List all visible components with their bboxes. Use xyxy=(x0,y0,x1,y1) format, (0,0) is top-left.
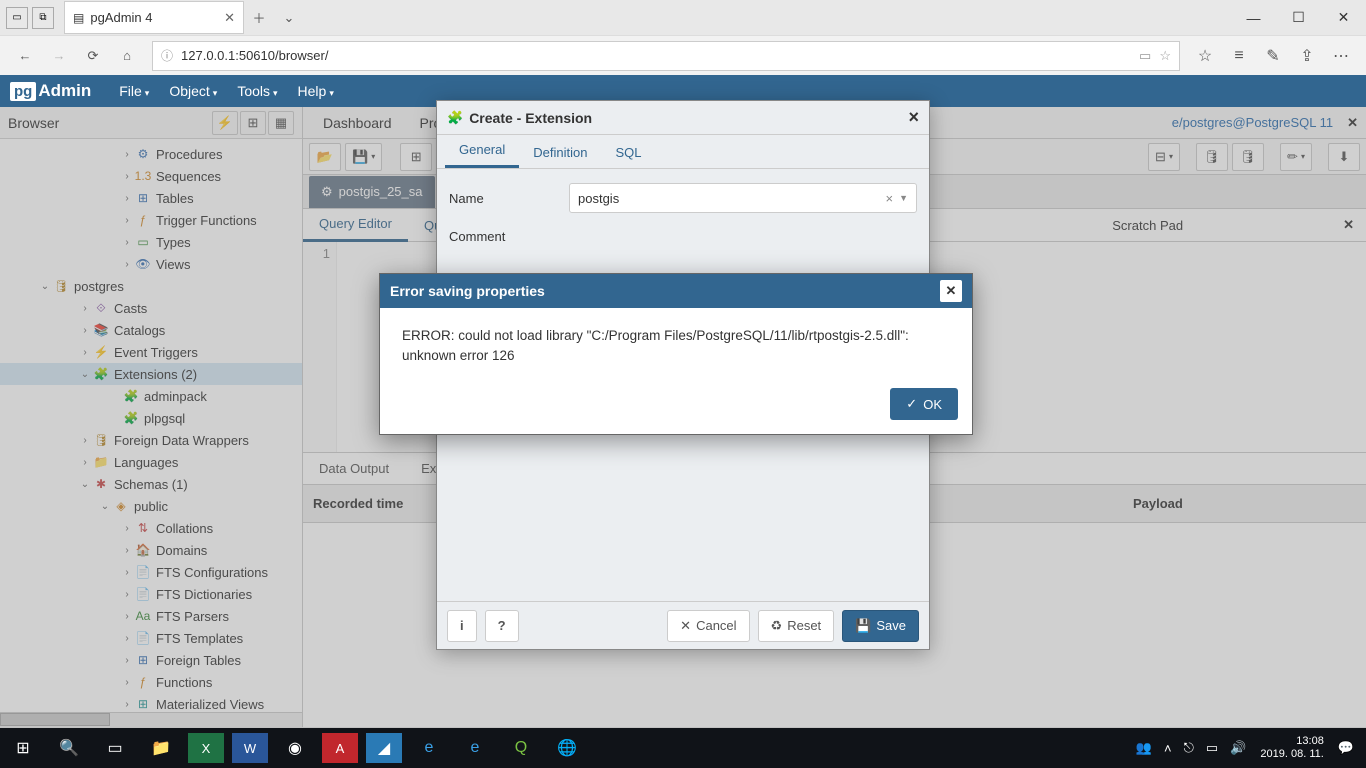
pgadmin-menus: File▾ Object▾ Tools▾ Help▾ xyxy=(109,83,344,99)
dialog-close-icon[interactable]: × xyxy=(908,107,919,128)
favorite-icon[interactable]: ☆ xyxy=(1159,48,1171,64)
tray-notifications-icon[interactable]: 💬 xyxy=(1332,740,1360,756)
taskbar-acrobat-icon[interactable]: A xyxy=(322,733,358,763)
pgadmin-logo: pgAdmin xyxy=(10,81,91,101)
reset-icon: ♻ xyxy=(771,618,783,634)
field-comment-row: Comment xyxy=(449,229,917,244)
menu-help[interactable]: Help▾ xyxy=(288,83,344,99)
window-close-button[interactable]: ✕ xyxy=(1321,3,1366,33)
tray-overflow-icon[interactable]: ˄ xyxy=(1158,741,1178,756)
comment-label: Comment xyxy=(449,229,569,244)
menu-file[interactable]: File▾ xyxy=(109,83,159,99)
taskbar-edge-icon[interactable]: e xyxy=(452,728,498,768)
settings-icon[interactable]: ⋯ xyxy=(1324,39,1358,73)
save-icon: 💾 xyxy=(855,618,871,634)
tray-bluetooth-icon[interactable]: ⎋ xyxy=(1178,740,1200,756)
error-header[interactable]: Error saving properties ✕ xyxy=(380,274,972,308)
nav-forward-button[interactable]: → xyxy=(42,39,76,73)
dialog-footer: i ? ✕Cancel ♻Reset 💾Save xyxy=(437,601,929,649)
notes-icon[interactable]: ✎ xyxy=(1256,39,1290,73)
field-name-row: Name postgis × ▼ xyxy=(449,183,917,213)
taskbar-qgis-icon[interactable]: Q xyxy=(498,728,544,768)
address-bar[interactable]: ⓘ ▭ ☆ xyxy=(152,41,1180,71)
taskbar-chrome-icon[interactable]: ◉ xyxy=(272,728,318,768)
browser-tab-strip: ▭ ⧉ ▤ pgAdmin 4 ✕ ＋ ⌄ — ☐ ✕ xyxy=(0,0,1366,35)
task-view-icon[interactable]: ▭ xyxy=(92,728,138,768)
dialog-tab-row: General Definition SQL xyxy=(437,135,929,169)
edge-recent-icon[interactable]: ▭ xyxy=(6,7,28,29)
name-label: Name xyxy=(449,191,569,206)
new-tab-button[interactable]: ＋ xyxy=(244,3,274,33)
nav-refresh-button[interactable]: ⟳ xyxy=(76,39,110,73)
help-button[interactable]: ? xyxy=(485,610,519,642)
system-tray: 👥 ˄ ⎋ ▭ 🔊 13:08 2019. 08. 11. 💬 xyxy=(1130,735,1366,761)
taskbar-ie-icon[interactable]: e xyxy=(406,728,452,768)
windows-taskbar: ⊞ 🔍 ▭ 📁 X W ◉ A ◢ e e Q 🌐 👥 ˄ ⎋ ▭ 🔊 13:0… xyxy=(0,728,1366,768)
error-title: Error saving properties xyxy=(390,283,545,299)
ok-button[interactable]: ✓OK xyxy=(890,388,958,420)
tab-title: pgAdmin 4 xyxy=(90,10,152,25)
share-icon[interactable]: ⇪ xyxy=(1290,39,1324,73)
error-footer: ✓OK xyxy=(380,378,972,434)
tab-close-icon[interactable]: ✕ xyxy=(224,10,235,26)
taskbar-excel-icon[interactable]: X xyxy=(188,733,224,763)
window-maximize-button[interactable]: ☐ xyxy=(1276,3,1321,33)
close-icon: ✕ xyxy=(680,618,691,634)
tab-sql[interactable]: SQL xyxy=(601,137,655,168)
nav-home-button[interactable]: ⌂ xyxy=(110,39,144,73)
taskbar-word-icon[interactable]: W xyxy=(232,733,268,763)
browser-chrome: ▭ ⧉ ▤ pgAdmin 4 ✕ ＋ ⌄ — ☐ ✕ ← → ⟳ ⌂ ⓘ ▭ … xyxy=(0,0,1366,75)
error-close-icon[interactable]: ✕ xyxy=(940,280,962,302)
window-minimize-button[interactable]: — xyxy=(1231,3,1276,33)
reading-view-icon[interactable]: ▭ xyxy=(1139,48,1151,64)
info-button[interactable]: i xyxy=(447,610,477,642)
menu-tools[interactable]: Tools▾ xyxy=(227,83,287,99)
tray-people-icon[interactable]: 👥 xyxy=(1130,740,1158,756)
reset-button[interactable]: ♻Reset xyxy=(758,610,835,642)
chevron-down-icon[interactable]: ▼ xyxy=(899,193,908,203)
dialog-title: Create - Extension xyxy=(469,110,592,126)
nav-back-button[interactable]: ← xyxy=(8,39,42,73)
url-input[interactable] xyxy=(181,48,1139,63)
tab-actions-icon[interactable]: ⌄ xyxy=(274,3,304,33)
taskbar-app-icon[interactable]: ◢ xyxy=(366,733,402,763)
taskbar-globe-icon[interactable]: 🌐 xyxy=(544,728,590,768)
clear-icon[interactable]: × xyxy=(885,191,893,206)
name-select[interactable]: postgis × ▼ xyxy=(569,183,917,213)
check-icon: ✓ xyxy=(906,396,917,412)
error-dialog: Error saving properties ✕ ERROR: could n… xyxy=(379,273,973,435)
search-icon[interactable]: 🔍 xyxy=(46,728,92,768)
tray-volume-icon[interactable]: 🔊 xyxy=(1224,740,1252,756)
favorites-icon[interactable]: ☆ xyxy=(1188,39,1222,73)
tab-definition[interactable]: Definition xyxy=(519,137,601,168)
cancel-button[interactable]: ✕Cancel xyxy=(667,610,749,642)
window-controls: — ☐ ✕ xyxy=(1231,3,1366,33)
save-button[interactable]: 💾Save xyxy=(842,610,919,642)
start-button[interactable]: ⊞ xyxy=(0,728,46,768)
browser-nav-bar: ← → ⟳ ⌂ ⓘ ▭ ☆ ☆ ≡ ✎ ⇪ ⋯ xyxy=(0,35,1366,75)
menu-object[interactable]: Object▾ xyxy=(159,83,227,99)
browser-right-icons: ☆ ≡ ✎ ⇪ ⋯ xyxy=(1188,39,1358,73)
tab-general[interactable]: General xyxy=(445,134,519,168)
tab-favicon-icon: ▤ xyxy=(73,11,84,25)
taskbar-explorer-icon[interactable]: 📁 xyxy=(138,728,184,768)
taskbar-clock[interactable]: 13:08 2019. 08. 11. xyxy=(1252,735,1331,761)
dialog-header[interactable]: 🧩 Create - Extension × xyxy=(437,101,929,135)
tray-battery-icon[interactable]: ▭ xyxy=(1200,740,1224,756)
error-message: ERROR: could not load library "C:/Progra… xyxy=(380,308,972,378)
reading-list-icon[interactable]: ≡ xyxy=(1222,39,1256,73)
site-info-icon[interactable]: ⓘ xyxy=(161,47,173,64)
browser-tab-pgadmin[interactable]: ▤ pgAdmin 4 ✕ xyxy=(64,1,244,34)
extension-icon: 🧩 xyxy=(447,110,463,126)
edge-tabs-aside-icon[interactable]: ⧉ xyxy=(32,7,54,29)
